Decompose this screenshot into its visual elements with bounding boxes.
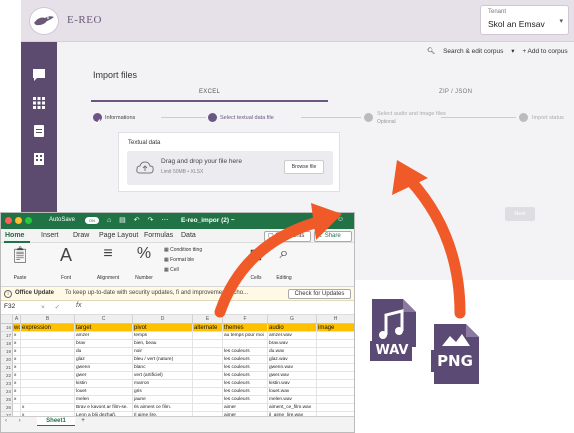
- arrows-overlay: [214, 160, 466, 319]
- arrow-files-to-dropzone: [392, 160, 466, 319]
- wav-label: WAV: [375, 343, 409, 358]
- png-file-icon: PNG: [430, 322, 482, 388]
- arrow-excel-to-dropzone: [214, 203, 342, 318]
- screenshot-root: E-REO Tenant Skol an Emsav ▾ 🔍︎ Search &…: [0, 0, 574, 433]
- png-label: PNG: [437, 352, 473, 370]
- wav-file-icon: WAV: [369, 297, 419, 363]
